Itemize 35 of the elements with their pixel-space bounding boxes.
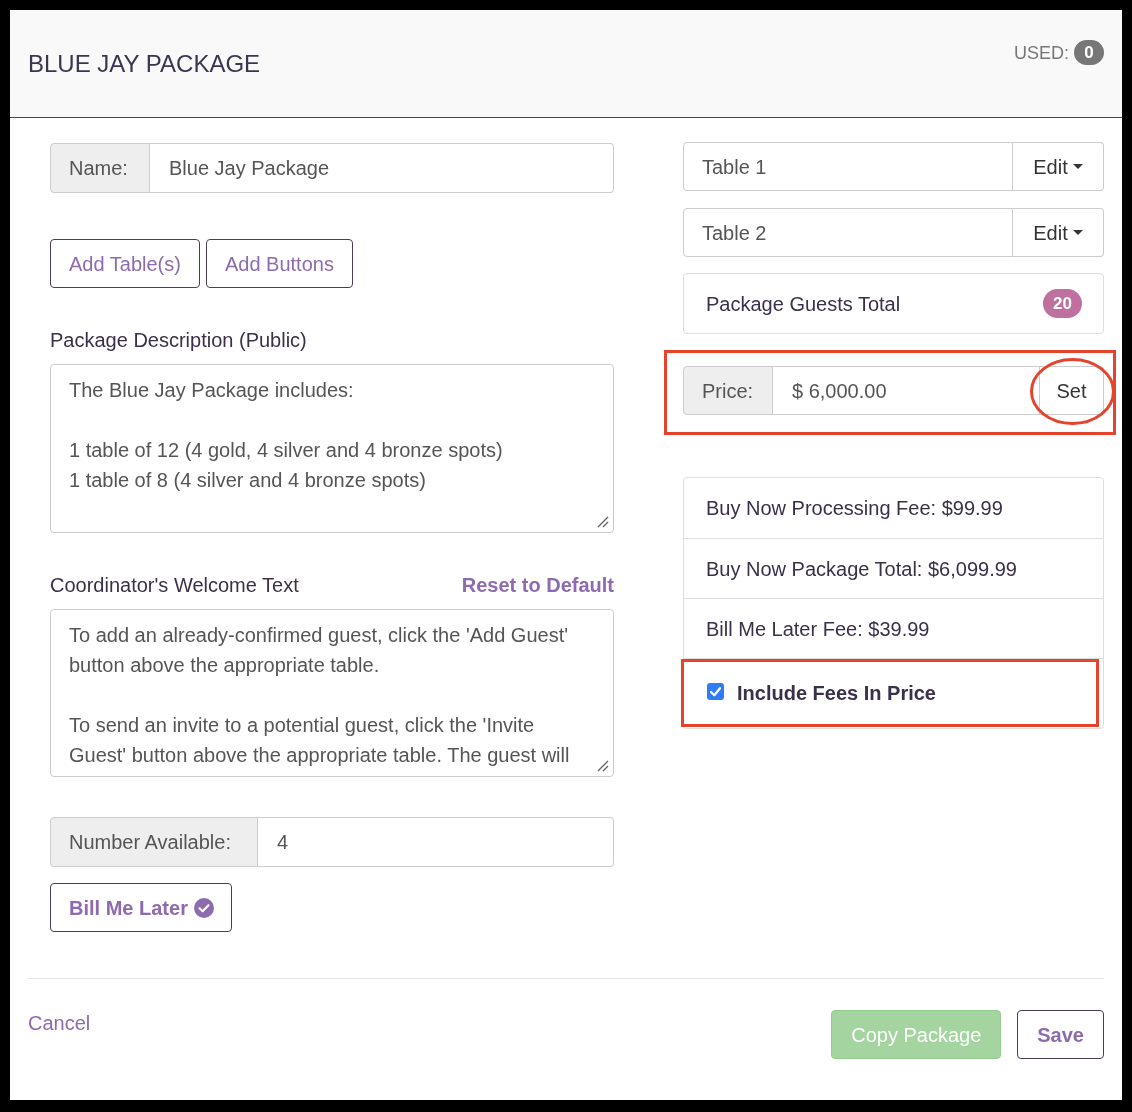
field-label: Name: [50, 143, 150, 193]
resize-grip-icon[interactable] [597, 760, 609, 772]
reset-link[interactable]: Reset to Default [461, 573, 614, 597]
table-name-field[interactable]: Table 1 [683, 142, 1013, 191]
caret-icon [1072, 230, 1083, 235]
action-button[interactable]: Add Table(s) [50, 239, 200, 288]
field-label: Number Available: [50, 817, 258, 867]
count-badge: 20 [1043, 289, 1082, 318]
field-label: Coordinator's Welcome Text [50, 573, 299, 597]
bill-me-later-button[interactable]: Bill Me Later [50, 883, 232, 932]
caret-icon [1072, 164, 1083, 169]
fee-item: Bill Me Later Fee: $39.99 [684, 598, 1103, 658]
cancel-link[interactable]: Cancel [28, 1011, 91, 1035]
welcome-field[interactable]: To add an already-confirmed guest, click the 'Add Guest' button above the appropriate table. To send an invite to a potential guest, click the 'Invite Guest' button above the appropriate table. The guest will [50, 609, 614, 777]
used-label: USED: [1014, 41, 1069, 65]
checkbox-label: Include Fees In Price [737, 680, 936, 706]
edit-button[interactable]: Edit [1013, 142, 1104, 191]
fee-item: Buy Now Processing Fee: $99.99 [705, 496, 1004, 521]
description-field[interactable]: The Blue Jay Package includes: 1 table of 12 (4 gold, 4 silver and 4 bronze spots) 1 table of 8 (4 silver and 4 bronze spots) [50, 364, 614, 533]
fee-item: Buy Now Package Total: $6,099.99 [684, 538, 1103, 598]
guests-total-label: Package Guests Total [706, 291, 901, 317]
name-field[interactable]: Blue Jay Package [150, 143, 614, 193]
edit-button[interactable]: Edit [1013, 208, 1104, 257]
count-badge: 0 [1074, 40, 1104, 65]
field-label: Price: [683, 366, 773, 415]
number-field[interactable]: 4 [258, 817, 614, 867]
modal-title: BLUE JAY PACKAGE [28, 48, 261, 79]
resize-grip-icon[interactable] [597, 516, 609, 528]
checkbox[interactable] [707, 683, 724, 700]
save-button[interactable]: Save [1017, 1010, 1104, 1059]
table-name-field[interactable]: Table 2 [683, 208, 1013, 257]
field-label: Package Description (Public) [50, 328, 307, 352]
set-button[interactable]: Set [1040, 366, 1104, 415]
price-field[interactable]: $ 6,000.00 [773, 366, 1040, 415]
action-button[interactable]: Add Buttons [205, 239, 353, 288]
